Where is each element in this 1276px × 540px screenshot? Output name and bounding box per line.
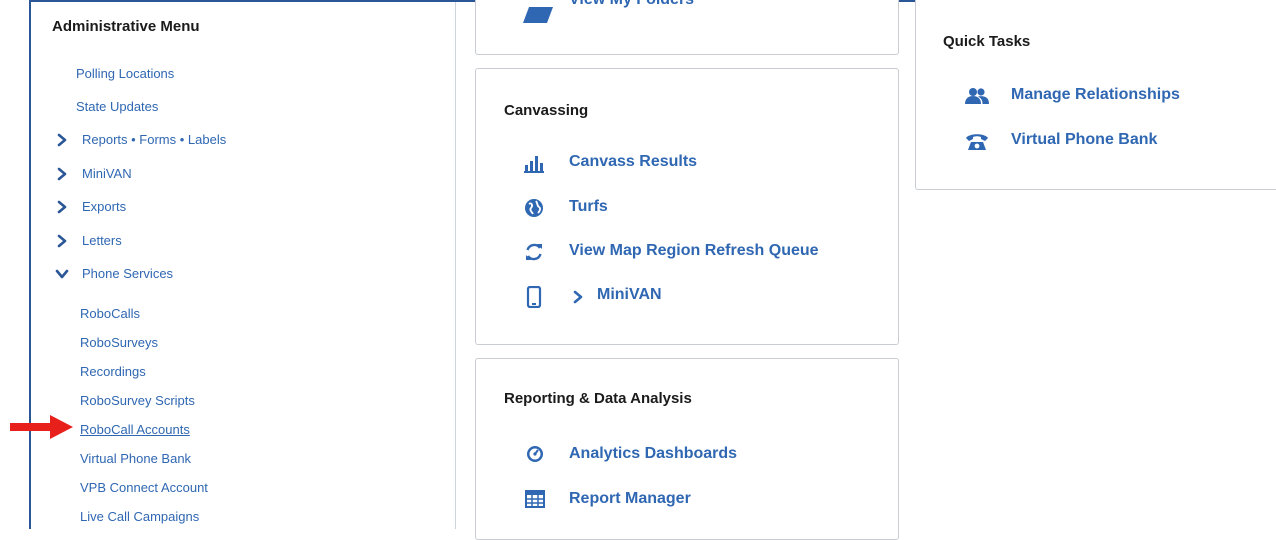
chevron-right-icon[interactable] [571,289,585,305]
view-my-folders-link[interactable]: View My Folders [569,0,694,9]
submenu-item-robosurveys[interactable]: RoboSurveys [80,335,158,351]
folders-card: View My Folders [475,0,899,55]
chevron-down-icon[interactable] [55,266,69,282]
reporting-data-analysis-title: Reporting & Data Analysis [504,390,692,407]
analytics-dashboards-link[interactable]: Analytics Dashboards [569,444,737,464]
submenu-item-vpb-connect-account[interactable]: VPB Connect Account [80,480,208,496]
chevron-right-icon[interactable] [55,166,69,182]
chevron-right-icon[interactable] [55,199,69,215]
refresh-icon [524,242,544,262]
menu-item-letters[interactable]: Letters [82,233,122,249]
users-icon [965,87,989,107]
submenu-item-robocall-accounts[interactable]: RoboCall Accounts [80,422,190,438]
table-icon [525,490,545,510]
virtual-phone-bank-link[interactable]: Virtual Phone Bank [1011,130,1157,150]
menu-item-minivan[interactable]: MiniVAN [82,166,132,182]
menu-item-phone-services[interactable]: Phone Services [82,266,173,282]
submenu-item-robocalls[interactable]: RoboCalls [80,306,140,322]
telephone-icon [965,131,989,151]
report-manager-link[interactable]: Report Manager [569,489,691,509]
bar-chart-icon [524,153,544,173]
menu-item-reports-forms-labels[interactable]: Reports • Forms • Labels [82,132,226,148]
submenu-item-robosurvey-scripts[interactable]: RoboSurvey Scripts [80,393,195,409]
folder-icon [523,3,553,23]
minivan-link[interactable]: MiniVAN [597,285,662,305]
quick-tasks-card: Quick Tasks Manage Relationships Virtual… [915,0,1276,190]
dashboard-gauge-icon [526,445,546,465]
chevron-right-icon[interactable] [55,233,69,249]
red-arrow-pointer [10,415,74,444]
menu-item-exports[interactable]: Exports [82,199,126,215]
reporting-data-analysis-card: Reporting & Data Analysis Analytics Dash… [475,358,899,540]
submenu-item-live-call-campaigns[interactable]: Live Call Campaigns [80,509,199,525]
canvass-results-link[interactable]: Canvass Results [569,152,697,172]
menu-item-state-updates[interactable]: State Updates [76,99,158,115]
administrative-menu-title: Administrative Menu [52,18,200,35]
globe-icon [524,198,544,218]
mobile-phone-icon [526,286,546,308]
chevron-right-icon[interactable] [55,132,69,148]
quick-tasks-title: Quick Tasks [943,33,1031,50]
menu-item-polling-locations[interactable]: Polling Locations [76,66,174,82]
canvassing-title: Canvassing [504,102,589,119]
canvassing-card: Canvassing Canvass Results Turfs View Ma… [475,68,899,345]
administrative-menu-panel: Administrative Menu Polling Locations St… [31,2,456,529]
submenu-item-recordings[interactable]: Recordings [80,364,146,380]
manage-relationships-link[interactable]: Manage Relationships [1011,85,1180,105]
view-map-region-refresh-queue-link[interactable]: View Map Region Refresh Queue [569,241,819,261]
turfs-link[interactable]: Turfs [569,197,608,217]
submenu-item-virtual-phone-bank[interactable]: Virtual Phone Bank [80,451,191,467]
